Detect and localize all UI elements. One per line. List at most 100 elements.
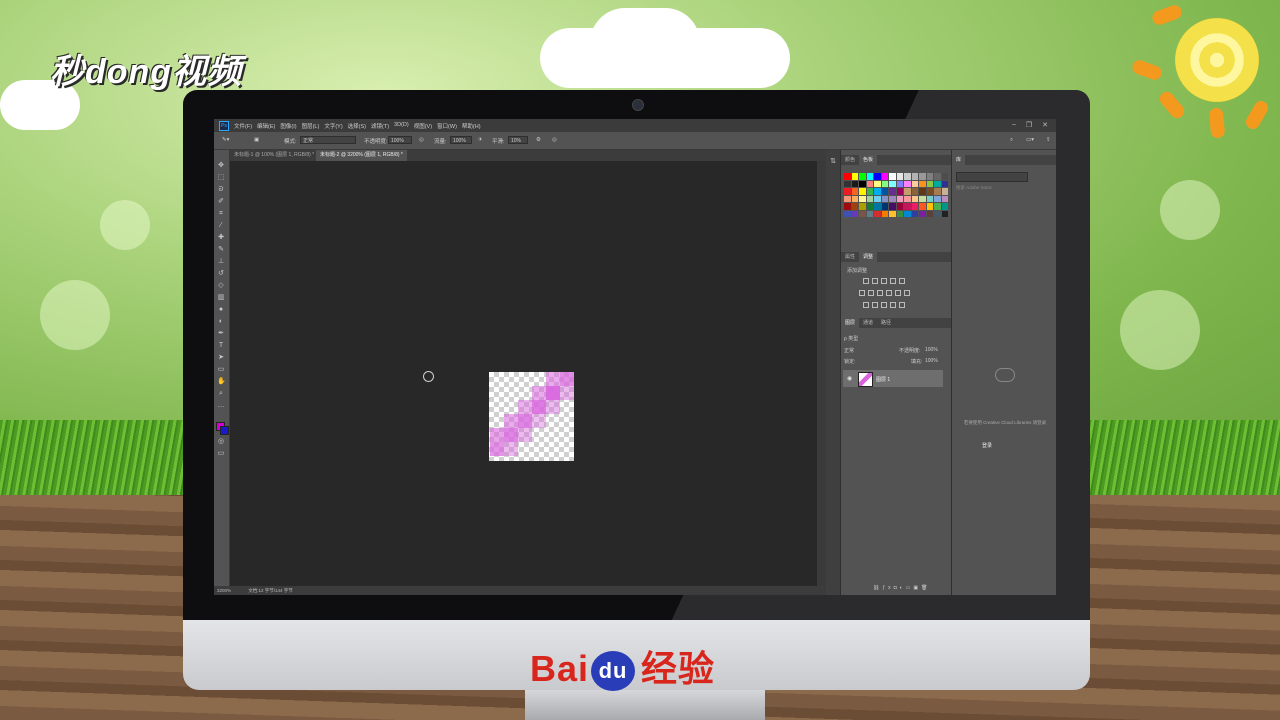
color-swatch[interactable] [911,210,918,217]
color-balance-icon[interactable] [868,290,874,296]
color-swatch[interactable] [881,180,888,187]
color-swatch[interactable] [926,195,933,202]
color-swatch[interactable] [889,173,896,180]
color-swatch[interactable] [844,188,851,195]
marquee-tool-icon[interactable]: ⬚ [217,174,225,182]
color-swatch[interactable] [926,210,933,217]
pressure-opacity-icon[interactable]: ◎ [419,137,424,143]
color-swatch[interactable] [934,195,941,202]
healing-brush-icon[interactable]: ✚ [217,234,225,242]
more-tools-icon[interactable]: … [217,402,225,410]
color-swatch[interactable] [896,195,903,202]
color-swatch[interactable] [904,203,911,210]
menu-image[interactable]: 图像(I) [280,122,296,130]
vertical-scrollbar[interactable] [817,161,826,586]
gradient-tool-icon[interactable]: ▥ [217,294,225,302]
color-swatch[interactable] [859,188,866,195]
channel-mixer-icon[interactable] [895,290,901,296]
tab-document-2[interactable]: 未标题-2 @ 3200% (图层 1, RGB/8) * [316,150,407,161]
layer-row[interactable]: ◉ 图层 1 [843,370,943,387]
color-swatch[interactable] [941,173,948,180]
history-brush-icon[interactable]: ↺ [217,270,225,278]
color-swatch[interactable] [919,210,926,217]
hue-saturation-icon[interactable] [859,290,865,296]
quick-mask-icon[interactable]: ◎ [217,438,225,446]
exposure-icon[interactable] [890,278,896,284]
color-swatch[interactable] [859,180,866,187]
color-swatch[interactable] [844,180,851,187]
color-swatch[interactable] [919,180,926,187]
library-select[interactable] [956,172,1028,182]
color-swatch[interactable] [934,203,941,210]
flow-input[interactable]: 100% [450,136,472,144]
color-swatch[interactable] [896,210,903,217]
color-swatch[interactable] [881,203,888,210]
color-swatch[interactable] [889,195,896,202]
workspace-icon[interactable]: ▭▾ [1026,137,1034,143]
color-swatch[interactable] [919,173,926,180]
menu-3d[interactable]: 3D(D) [394,122,409,130]
color-swatch[interactable] [941,210,948,217]
black-white-icon[interactable] [877,290,883,296]
color-swatch[interactable] [874,203,881,210]
color-swatch[interactable] [911,195,918,202]
quick-select-tool-icon[interactable]: ✐ [217,198,225,206]
menu-help[interactable]: 帮助(H) [462,122,481,130]
color-swatch[interactable] [904,210,911,217]
color-swatch[interactable] [919,203,926,210]
color-swatch[interactable] [851,210,858,217]
color-swatch[interactable] [866,210,873,217]
color-swatch[interactable] [889,210,896,217]
threshold-icon[interactable] [881,302,887,308]
color-swatch[interactable] [866,173,873,180]
menu-file[interactable]: 文件(F) [234,122,252,130]
tab-color[interactable]: 颜色 [841,157,859,163]
menu-filter[interactable]: 滤镜(T) [371,122,389,130]
color-swatch[interactable] [859,203,866,210]
photo-filter-icon[interactable] [886,290,892,296]
color-swatch[interactable] [911,188,918,195]
color-swatch[interactable] [866,188,873,195]
rectangle-tool-icon[interactable]: ▭ [217,366,225,374]
color-swatch[interactable] [919,188,926,195]
brush-tool-preset-icon[interactable]: ✎▾ [222,137,229,143]
color-swatch[interactable] [941,180,948,187]
color-swatch[interactable] [941,203,948,210]
stock-search-input[interactable]: 搜索 Adobe Stock [956,185,992,191]
tab-document-1[interactable]: 未标题-1 @ 100% (图层 1, RGB/8) * [230,150,318,161]
brightness-icon[interactable] [863,278,869,284]
color-swatch[interactable] [866,195,873,202]
curves-icon[interactable] [881,278,887,284]
clone-stamp-icon[interactable]: ⊥ [217,258,225,266]
color-swatch[interactable] [919,195,926,202]
search-icon[interactable]: ⌕ [1010,137,1013,144]
invert-icon[interactable] [863,302,869,308]
color-swatch[interactable] [934,188,941,195]
color-swatch[interactable] [934,173,941,180]
layer-footer-icons[interactable]: ⛓ƒx◘◐▭▣🗑 [873,585,930,591]
color-swatch[interactable] [851,180,858,187]
color-swatch[interactable] [851,173,858,180]
pen-tool-icon[interactable]: ✒ [217,330,225,338]
color-swatch[interactable] [844,210,851,217]
color-swatch[interactable] [926,173,933,180]
color-swatch[interactable] [904,195,911,202]
menu-type[interactable]: 文字(Y) [324,122,342,130]
menu-view[interactable]: 视图(V) [414,122,432,130]
color-swatch[interactable] [851,195,858,202]
move-tool-icon[interactable]: ✥ [217,162,225,170]
blur-tool-icon[interactable]: ● [217,306,225,314]
fill-input[interactable]: 100% [925,358,938,364]
color-swatch[interactable] [874,188,881,195]
minimize-icon[interactable]: – [1012,121,1016,129]
color-swatch[interactable] [844,203,851,210]
signin-link[interactable]: 登录 [982,442,992,449]
color-swatch[interactable] [859,173,866,180]
document-canvas[interactable] [489,372,574,461]
tab-libraries[interactable]: 库 [952,155,966,165]
document-info[interactable]: 文档:12 字节/144 字节 [248,588,293,593]
close-icon[interactable]: ✕ [1042,121,1048,129]
color-swatch[interactable] [881,188,888,195]
color-swatch[interactable] [904,180,911,187]
layer-name[interactable]: 图层 1 [876,376,890,383]
